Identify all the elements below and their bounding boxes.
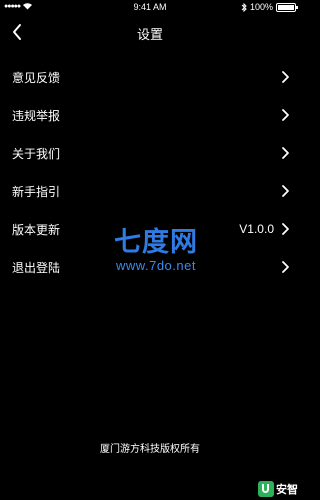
menu-item-label: 关于我们 (12, 146, 61, 161)
menu-item-label: 意见反馈 (12, 70, 61, 85)
copyright-text: 厦门游方科技版权所有 (100, 444, 200, 455)
bluetooth-icon (241, 2, 247, 12)
chevron-right-icon (282, 185, 289, 197)
chevron-right-icon (282, 147, 289, 159)
menu-item-label: 退出登陆 (12, 260, 61, 275)
settings-menu: 意见反馈 违规举报 关于我们 新手指引 版本更新 V1.0.0 退出登陆 (0, 58, 300, 286)
status-right: 100% (241, 2, 298, 12)
store-badge: 安智 (258, 481, 298, 497)
menu-item-feedback[interactable]: 意见反馈 (0, 58, 300, 96)
nav-bar: 设置 (0, 14, 300, 50)
battery-percent: 100% (249, 2, 273, 12)
chevron-right-icon (282, 261, 289, 273)
chevron-right-icon (282, 223, 289, 235)
menu-item-report[interactable]: 违规举报 (0, 96, 300, 134)
status-bar: ●●●●● 9:41 AM 100% (0, 0, 300, 14)
menu-item-logout[interactable]: 退出登陆 (0, 248, 300, 286)
chevron-right-icon (282, 71, 289, 83)
badge-text: 安智 (276, 483, 298, 496)
menu-item-label: 新手指引 (12, 184, 61, 199)
battery-icon (276, 2, 298, 12)
menu-item-version-update[interactable]: 版本更新 V1.0.0 (0, 210, 300, 248)
menu-item-label: 违规举报 (12, 108, 61, 123)
menu-item-guide[interactable]: 新手指引 (0, 172, 300, 210)
page-title: 设置 (136, 28, 163, 43)
version-value: V1.0.0 (239, 222, 274, 236)
chevron-right-icon (282, 109, 289, 121)
menu-item-about[interactable]: 关于我们 (0, 134, 300, 172)
anzhi-logo-icon (258, 481, 274, 497)
menu-item-label: 版本更新 (12, 222, 61, 237)
